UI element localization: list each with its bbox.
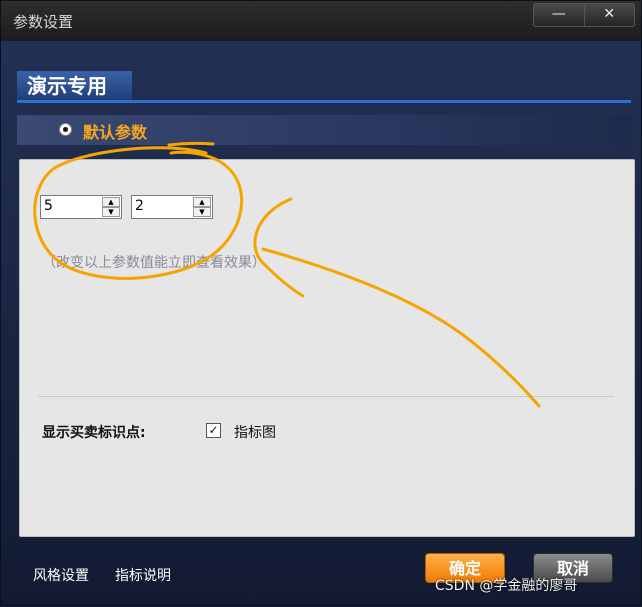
param2-arrows: ▲ ▼ <box>193 197 211 217</box>
watermark: CSDN @学金融的廖哥 <box>435 578 578 594</box>
params-panel: 5 ▲ ▼ 2 ▲ ▼ （改变以上参数值能立即查看效果） 显示买卖标识点: ✓ … <box>19 159 635 537</box>
param1-arrows: ▲ ▼ <box>102 197 120 217</box>
panel-divider <box>38 396 614 397</box>
title-bar[interactable]: 参数设置 — ✕ <box>1 1 641 41</box>
param-hint: （改变以上参数值能立即查看效果） <box>42 255 266 271</box>
section-divider <box>17 100 631 103</box>
radio-button-default-params[interactable] <box>59 123 72 136</box>
show-marks-label: 显示买卖标识点: <box>42 425 146 441</box>
param1-value[interactable]: 5 <box>44 198 53 214</box>
radio-label: 默认参数 <box>83 123 148 142</box>
window-controls: — ✕ <box>533 3 635 27</box>
param1-spinner[interactable]: 5 ▲ ▼ <box>40 195 122 219</box>
indicator-chart-checkbox[interactable]: ✓ <box>206 423 221 438</box>
param1-down-arrow-icon[interactable]: ▼ <box>102 207 120 217</box>
param2-spinner[interactable]: 2 ▲ ▼ <box>131 195 213 219</box>
indicator-help-link[interactable]: 指标说明 <box>115 565 171 585</box>
style-settings-link[interactable]: 风格设置 <box>33 565 89 585</box>
radio-row-default-params[interactable]: 默认参数 <box>17 115 631 145</box>
param2-down-arrow-icon[interactable]: ▼ <box>193 207 211 217</box>
indicator-chart-label[interactable]: 指标图 <box>234 422 276 442</box>
settings-window: 参数设置 — ✕ 演示专用 默认参数 5 ▲ ▼ 2 ▲ ▼ （改变以上参数值能… <box>0 0 642 606</box>
close-button[interactable]: ✕ <box>583 4 635 26</box>
param2-value[interactable]: 2 <box>135 198 144 214</box>
minimize-button[interactable]: — <box>534 4 584 26</box>
window-title: 参数设置 <box>13 13 74 31</box>
param2-up-arrow-icon[interactable]: ▲ <box>193 197 211 207</box>
param1-up-arrow-icon[interactable]: ▲ <box>102 197 120 207</box>
section-title: 演示专用 <box>17 71 132 101</box>
